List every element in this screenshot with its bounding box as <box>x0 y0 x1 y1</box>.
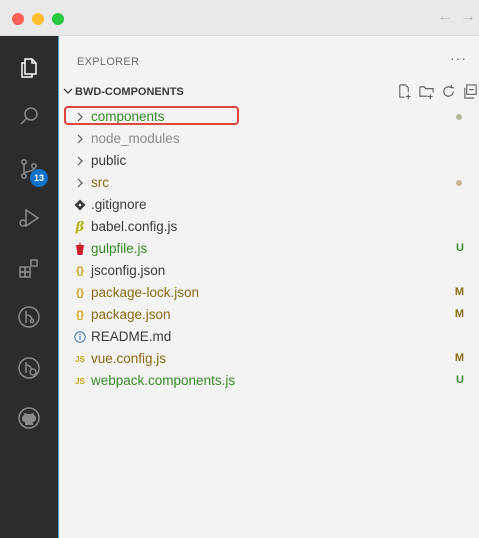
workspace-title: BWD-COMPONENTS <box>75 86 184 98</box>
git-status: M <box>454 286 464 298</box>
github-icon[interactable] <box>13 402 45 434</box>
chevron-right-icon <box>72 153 88 169</box>
json-icon: {} <box>76 265 84 277</box>
zoom-window-button[interactable] <box>52 13 64 25</box>
file-name: gulpfile.js <box>91 241 148 256</box>
folder-name: public <box>91 153 127 168</box>
explorer-sidebar: EXPLORER ··· BWD-COMPONENTS components n… <box>58 36 479 538</box>
section-actions <box>397 84 478 99</box>
tree-file-readme[interactable]: README.md <box>59 326 479 348</box>
selection-highlight-box <box>64 106 239 125</box>
file-name: package.json <box>91 307 171 322</box>
file-name: .gitignore <box>91 197 147 212</box>
file-name: README.md <box>91 329 172 344</box>
forward-arrow-icon[interactable]: → <box>460 8 476 26</box>
git-status: M <box>454 352 464 364</box>
activity-bar: 13 <box>0 36 58 538</box>
tree-folder-public[interactable]: public <box>59 150 479 172</box>
json-icon: {} <box>76 309 84 321</box>
tree-file-package-lock[interactable]: {} package-lock.json M <box>59 282 479 304</box>
collapse-all-icon[interactable] <box>463 84 478 99</box>
tree-file-package-json[interactable]: {} package.json M <box>59 304 479 326</box>
js-icon: JS <box>75 376 85 386</box>
source-control-badge: 13 <box>30 169 48 187</box>
git-status: M <box>454 308 464 320</box>
file-name: vue.config.js <box>91 351 167 366</box>
tree-folder-node-modules[interactable]: node_modules <box>59 128 479 150</box>
new-folder-icon[interactable] <box>419 84 434 99</box>
file-name: jsconfig.json <box>91 263 166 278</box>
json-icon: {} <box>76 287 84 299</box>
search-icon[interactable] <box>13 100 45 132</box>
folder-name: node_modules <box>91 131 180 146</box>
tree-file-webpack-components[interactable]: JS webpack.components.js U <box>59 370 479 392</box>
status-dot <box>456 114 462 120</box>
close-window-button[interactable] <box>12 13 24 25</box>
more-actions-icon[interactable]: ··· <box>450 50 467 66</box>
status-dot <box>456 180 462 186</box>
file-name: babel.config.js <box>91 219 178 234</box>
chevron-down-icon <box>63 88 73 94</box>
title-bar: ← → <box>0 0 479 36</box>
file-name: package-lock.json <box>91 285 200 300</box>
git-status: U <box>456 374 464 386</box>
extensions-icon[interactable] <box>13 252 45 284</box>
run-debug-icon[interactable] <box>13 202 45 234</box>
babel-icon: β <box>75 219 85 235</box>
tree-file-jsconfig[interactable]: {} jsconfig.json <box>59 260 479 282</box>
git-icon <box>72 197 88 213</box>
back-arrow-icon[interactable]: ← <box>437 8 453 26</box>
tree-file-gulpfile[interactable]: gulpfile.js U <box>59 238 479 260</box>
git-graph-icon[interactable] <box>13 301 45 333</box>
file-name: webpack.components.js <box>91 373 236 388</box>
refresh-icon[interactable] <box>441 84 456 99</box>
git-status: U <box>456 242 464 254</box>
gulp-icon <box>72 241 88 257</box>
tree-folder-src[interactable]: src <box>59 172 479 194</box>
minimize-window-button[interactable] <box>32 13 44 25</box>
chevron-right-icon <box>72 131 88 147</box>
explorer-title: EXPLORER <box>77 56 140 68</box>
tree-file-babel-config[interactable]: β babel.config.js <box>59 216 479 238</box>
info-icon <box>72 329 88 345</box>
folder-name: src <box>91 175 109 190</box>
new-file-icon[interactable] <box>397 84 412 99</box>
chevron-right-icon <box>72 175 88 191</box>
js-icon: JS <box>75 354 85 364</box>
remote-explorer-icon[interactable] <box>13 352 45 384</box>
tree-file-gitignore[interactable]: .gitignore <box>59 194 479 216</box>
workspace-section-header[interactable]: BWD-COMPONENTS <box>59 82 479 104</box>
explorer-icon[interactable] <box>13 52 45 84</box>
tree-file-vue-config[interactable]: JS vue.config.js M <box>59 348 479 370</box>
